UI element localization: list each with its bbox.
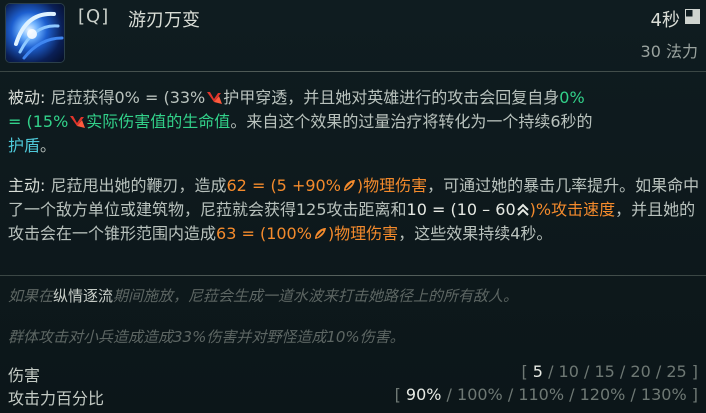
shield-keyword: 护盾 — [8, 136, 41, 155]
ability-tooltip: [Q] 游刃万变 4秒 30 法力 被动: 尼菈获得0% = (33% 护甲穿透，… — [0, 0, 706, 413]
mana-cost: 30 法力 — [640, 42, 698, 61]
current-rank-value: 90% — [405, 385, 442, 404]
true-damage-icon — [70, 116, 86, 128]
passive-text-3: 。来自这个效果的过量治疗将转化为一个持续6秒的 — [230, 112, 593, 131]
cone-damage-value-a: 63 = (100% — [216, 224, 312, 243]
cooldown-value: 4秒 — [650, 10, 680, 31]
attack-speed-value-a: 10 = (10 – 60 — [406, 200, 516, 219]
flavor-divider — [0, 275, 706, 276]
passive-text-4: 。 — [40, 136, 57, 155]
damage-value-a: 62 = (5 +90% — [226, 176, 341, 195]
cooldown-icon — [685, 9, 700, 24]
active-text-4: ，这些效果持续4秒。 — [398, 224, 553, 243]
heal-value-a: 0% — [559, 88, 585, 107]
passive-label: 被动: — [8, 88, 46, 107]
armor-pen-icon — [207, 92, 223, 104]
riptide-note-text-b: 期间施放，尼菈会生成一道水波来打击她路径上的所有敌人。 — [113, 287, 519, 305]
stat-row-ad-ratio: 攻击力百分比 [ 90% / 100% / 110% / 120% / 130%… — [8, 385, 698, 408]
stat-row-damage: 伤害 [ 5 / 10 / 15 / 20 / 25 ] — [8, 362, 698, 385]
passive-description: 被动: 尼菈获得0% = (33% 护甲穿透，并且她对英雄进行的攻击会回复自身0%… — [8, 86, 700, 158]
other-rank-values: / 10 / 15 / 20 / 25 ] — [542, 362, 698, 381]
other-rank-values: / 100% / 110% / 120% / 130% ] — [441, 385, 698, 404]
attack-speed-value-b: )%攻击速度 — [529, 200, 616, 219]
bracket-open: [ — [521, 362, 533, 381]
active-description: 主动: 尼菈甩出她的鞭刃，造成62 = (5 +90%)物理伤害，可通过她的暴击… — [8, 174, 700, 246]
active-label: 主动: — [8, 176, 46, 195]
aoe-note: 群体攻击对小兵造成造成33%伤害并对野怪造成10%伤害。 — [8, 326, 700, 348]
passive-text-2: 护甲穿透，并且她对英雄进行的攻击会回复自身 — [223, 88, 560, 107]
stat-values-ad-ratio: [ 90% / 100% / 110% / 120% / 130% ] — [395, 385, 698, 404]
level-scaling-icon — [516, 203, 529, 216]
heal-value-b: = (15% — [8, 112, 69, 131]
current-rank-value: 5 — [532, 362, 543, 381]
riptide-note: 如果在纵情逐流期间施放，尼菈会生成一道水波来打击她路径上的所有敌人。 — [8, 285, 700, 307]
ability-key: [Q] — [78, 6, 110, 27]
tooltip-header: [Q] 游刃万变 4秒 30 法力 — [0, 0, 706, 68]
heal-value-c: 实际伤害值的生命值 — [86, 112, 231, 131]
aoe-note-text: 群体攻击对小兵造成造成33%伤害并对野怪造成10%伤害。 — [8, 328, 405, 346]
attack-damage-icon — [343, 180, 355, 191]
bracket-open: [ — [394, 385, 406, 404]
attack-damage-icon — [314, 228, 326, 239]
ability-name: 游刃万变 — [128, 10, 200, 31]
riptide-note-text-a: 如果在 — [8, 287, 54, 305]
header-divider — [0, 71, 706, 72]
passive-text-1: 尼菈获得0% = (33% — [45, 88, 206, 107]
stat-label-ad-ratio: 攻击力百分比 — [8, 389, 105, 408]
ability-icon — [6, 4, 64, 62]
stat-label-damage: 伤害 — [8, 366, 41, 385]
active-text-1: 尼菈甩出她的鞭刃，造成 — [45, 176, 227, 195]
damage-value-b: )物理伤害 — [356, 176, 428, 195]
riptide-keyword: 纵情逐流 — [53, 287, 114, 305]
stat-values-damage: [ 5 / 10 / 15 / 20 / 25 ] — [521, 362, 698, 381]
cone-damage-value-b: )物理伤害 — [327, 224, 399, 243]
